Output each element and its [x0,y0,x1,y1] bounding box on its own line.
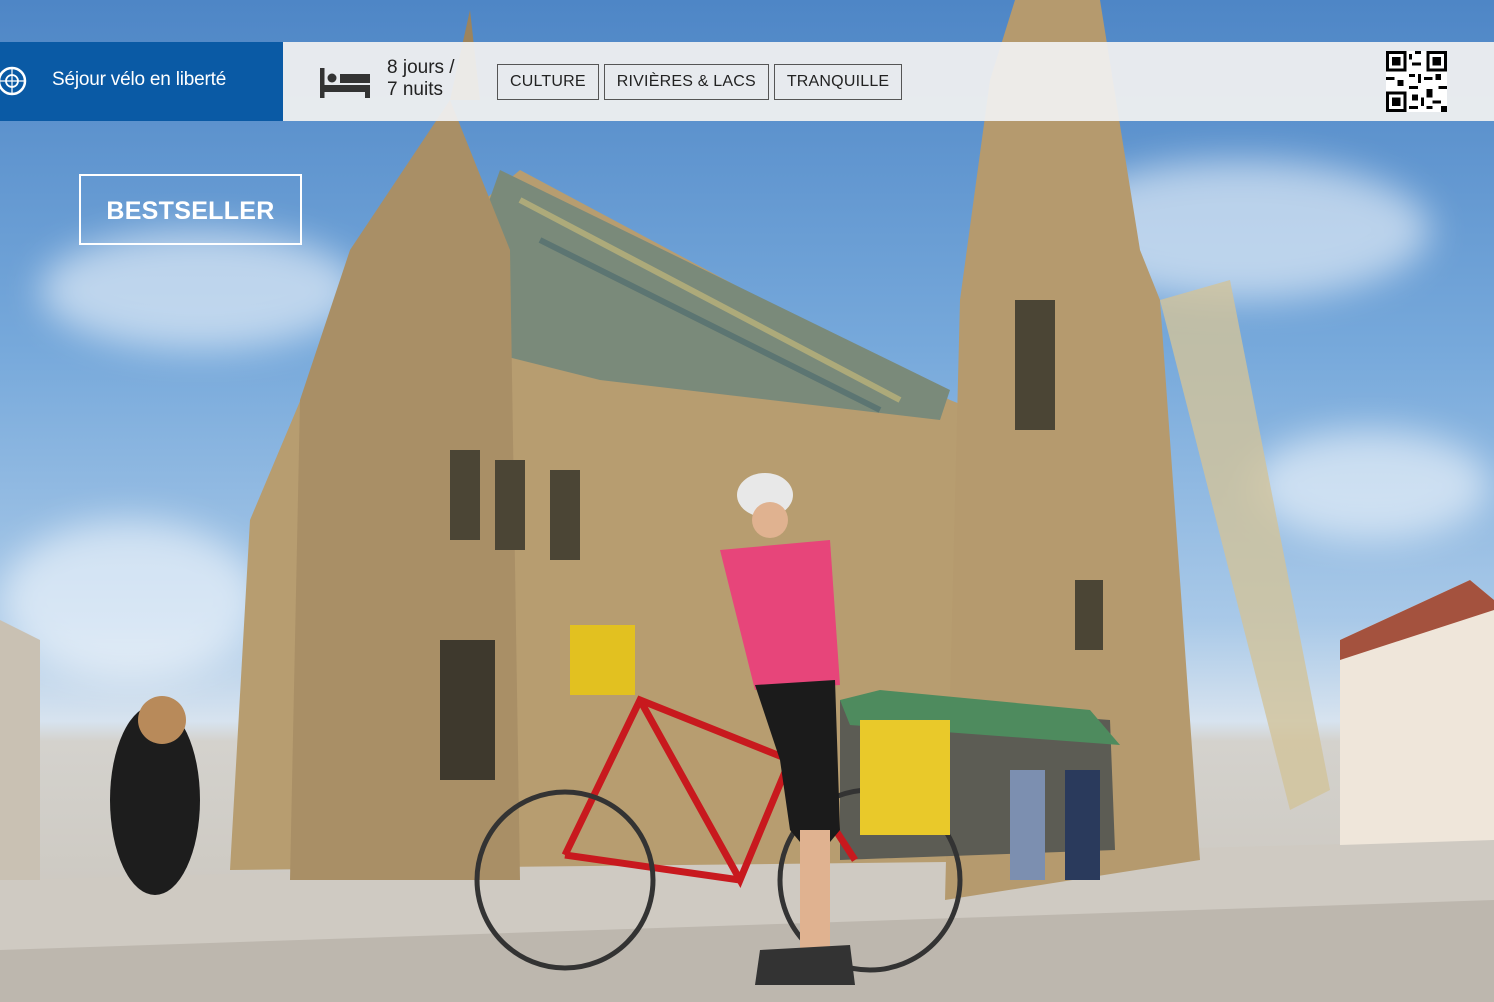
bestseller-badge: BESTSELLER [79,174,302,245]
tag-culture[interactable]: CULTURE [497,64,599,100]
bicycle-icon [0,66,27,96]
cathedral-scene [0,0,1494,1002]
hero-photo [0,0,1494,1002]
trip-type-badge: Séjour vélo en liberté [0,42,283,121]
trip-tags: CULTURE RIVIÈRES & LACS TRANQUILLE [497,64,903,100]
trip-type-label: Séjour vélo en liberté [52,69,227,90]
bed-icon [320,68,370,98]
duration-nights: 7 nuits [387,79,443,100]
tag-quiet[interactable]: TRANQUILLE [773,64,903,100]
trip-duration: 8 jours / 7 nuits [387,57,455,101]
duration-days: 8 jours / [387,57,455,78]
tag-rivers-lakes[interactable]: RIVIÈRES & LACS [603,64,769,100]
trip-info-bar: Séjour vélo en liberté 8 jours / 7 nuits… [0,42,1494,121]
qr-code[interactable] [1386,51,1447,112]
